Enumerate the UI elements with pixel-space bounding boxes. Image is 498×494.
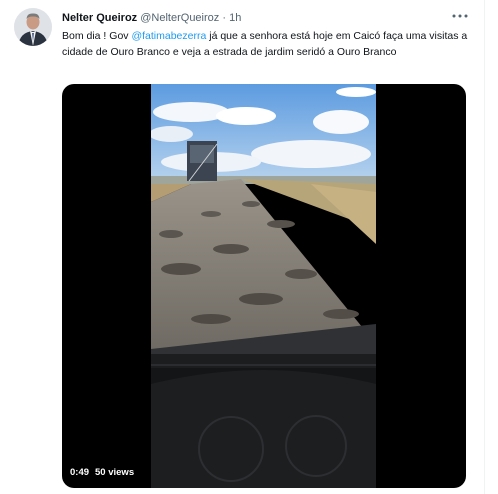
- video-still: [151, 84, 376, 488]
- column-divider: [484, 0, 485, 494]
- author-name[interactable]: Nelter Queiroz: [62, 12, 137, 24]
- author-handle[interactable]: @NelterQueiroz: [140, 12, 219, 24]
- tweet-text: Bom dia ! Gov @fatimabezerra já que a se…: [62, 29, 472, 60]
- tweet-timestamp[interactable]: 1h: [229, 12, 241, 24]
- tweet-text-part1: Bom dia ! Gov: [62, 30, 132, 42]
- more-options-button[interactable]: [448, 6, 472, 26]
- tweet-header: Nelter Queiroz @NelterQueiroz · 1h: [62, 11, 241, 25]
- tweet-card[interactable]: Nelter Queiroz @NelterQueiroz · 1h Bom d…: [0, 0, 484, 494]
- mention-link[interactable]: @fatimabezerra: [131, 30, 206, 42]
- header-separator: ·: [222, 12, 227, 24]
- avatar[interactable]: [14, 8, 52, 46]
- profile-photo: [14, 8, 52, 46]
- video-player[interactable]: 0:49 50 views: [62, 84, 466, 488]
- video-duration: 0:49: [70, 467, 90, 478]
- video-info: 0:49 50 views: [70, 467, 134, 478]
- video-view-count: 50 views: [95, 467, 135, 478]
- more-horizontal-icon: [452, 14, 468, 18]
- video-frame: [151, 84, 376, 488]
